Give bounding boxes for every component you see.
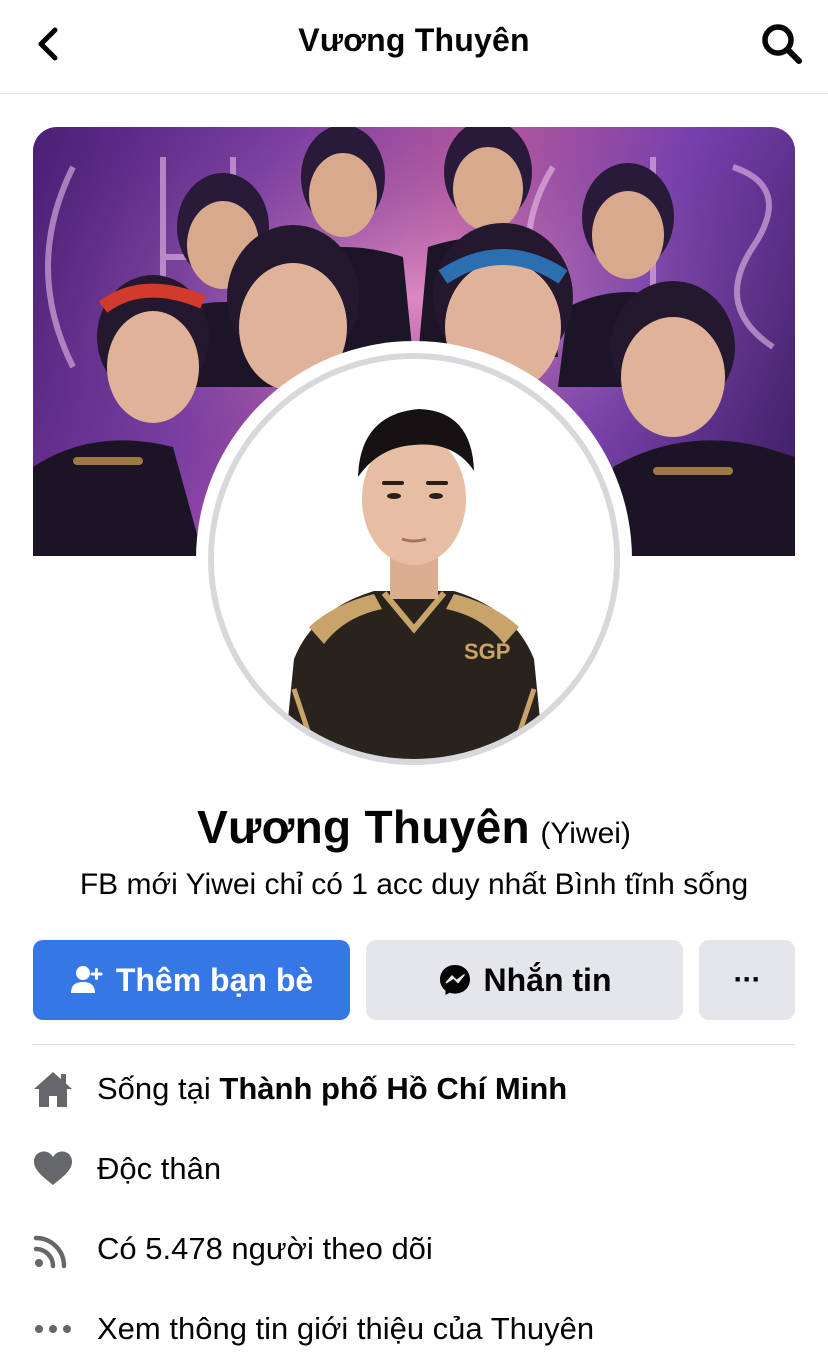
messenger-icon bbox=[438, 963, 472, 997]
profile-picture: SGP bbox=[214, 359, 614, 759]
add-friend-icon bbox=[70, 963, 104, 997]
profile-page: Vương Thuyên SGP Vương Thuyên (Yiwei) FB… bbox=[0, 0, 828, 1355]
heart-icon bbox=[33, 1149, 73, 1189]
more-icon: ··· bbox=[733, 963, 762, 996]
profile-bio: FB mới Yiwei chỉ có 1 acc duy nhất Bình … bbox=[79, 868, 749, 901]
profile-name: Vương Thuyên bbox=[197, 801, 530, 853]
top-navigation-bar: Vương Thuyên bbox=[0, 0, 828, 94]
see-about-link[interactable]: Xem thông tin giới thiệu của Thuyên bbox=[97, 1311, 594, 1347]
lives-in-prefix: Sống tại bbox=[97, 1071, 211, 1106]
add-friend-label: Thêm bạn bè bbox=[115, 961, 314, 998]
lives-in-city[interactable]: Thành phố Hồ Chí Minh bbox=[219, 1071, 567, 1106]
page-title: Vương Thuyên bbox=[298, 22, 530, 58]
intro-item-see-about[interactable]: Xem thông tin giới thiệu của Thuyên bbox=[33, 1299, 795, 1355]
search-icon bbox=[762, 24, 802, 64]
intro-item-lives-in: Sống tại Thành phố Hồ Chí Minh bbox=[33, 1059, 795, 1119]
more-options-button[interactable]: ··· bbox=[699, 940, 795, 1020]
more-horizontal-icon bbox=[33, 1309, 73, 1349]
profile-name-row: Vương Thuyên (Yiwei) bbox=[0, 800, 828, 854]
profile-alternate-name: (Yiwei) bbox=[540, 817, 631, 850]
rss-feed-icon bbox=[33, 1229, 73, 1269]
avatar[interactable]: SGP bbox=[208, 353, 620, 765]
message-button[interactable]: Nhắn tin bbox=[366, 940, 683, 1020]
relationship-status: Độc thân bbox=[97, 1151, 222, 1186]
message-label: Nhắn tin bbox=[483, 961, 612, 998]
search-button[interactable] bbox=[754, 16, 810, 72]
followers-count: Có 5.478 người theo dõi bbox=[97, 1231, 433, 1266]
intro-item-followers[interactable]: Có 5.478 người theo dõi bbox=[33, 1219, 795, 1279]
home-icon bbox=[33, 1069, 73, 1109]
intro-item-relationship: Độc thân bbox=[33, 1139, 795, 1199]
section-divider bbox=[33, 1044, 795, 1045]
profile-picture-frame[interactable]: SGP bbox=[196, 341, 632, 777]
svg-text:SGP: SGP bbox=[464, 639, 510, 664]
add-friend-button[interactable]: Thêm bạn bè bbox=[33, 940, 350, 1020]
